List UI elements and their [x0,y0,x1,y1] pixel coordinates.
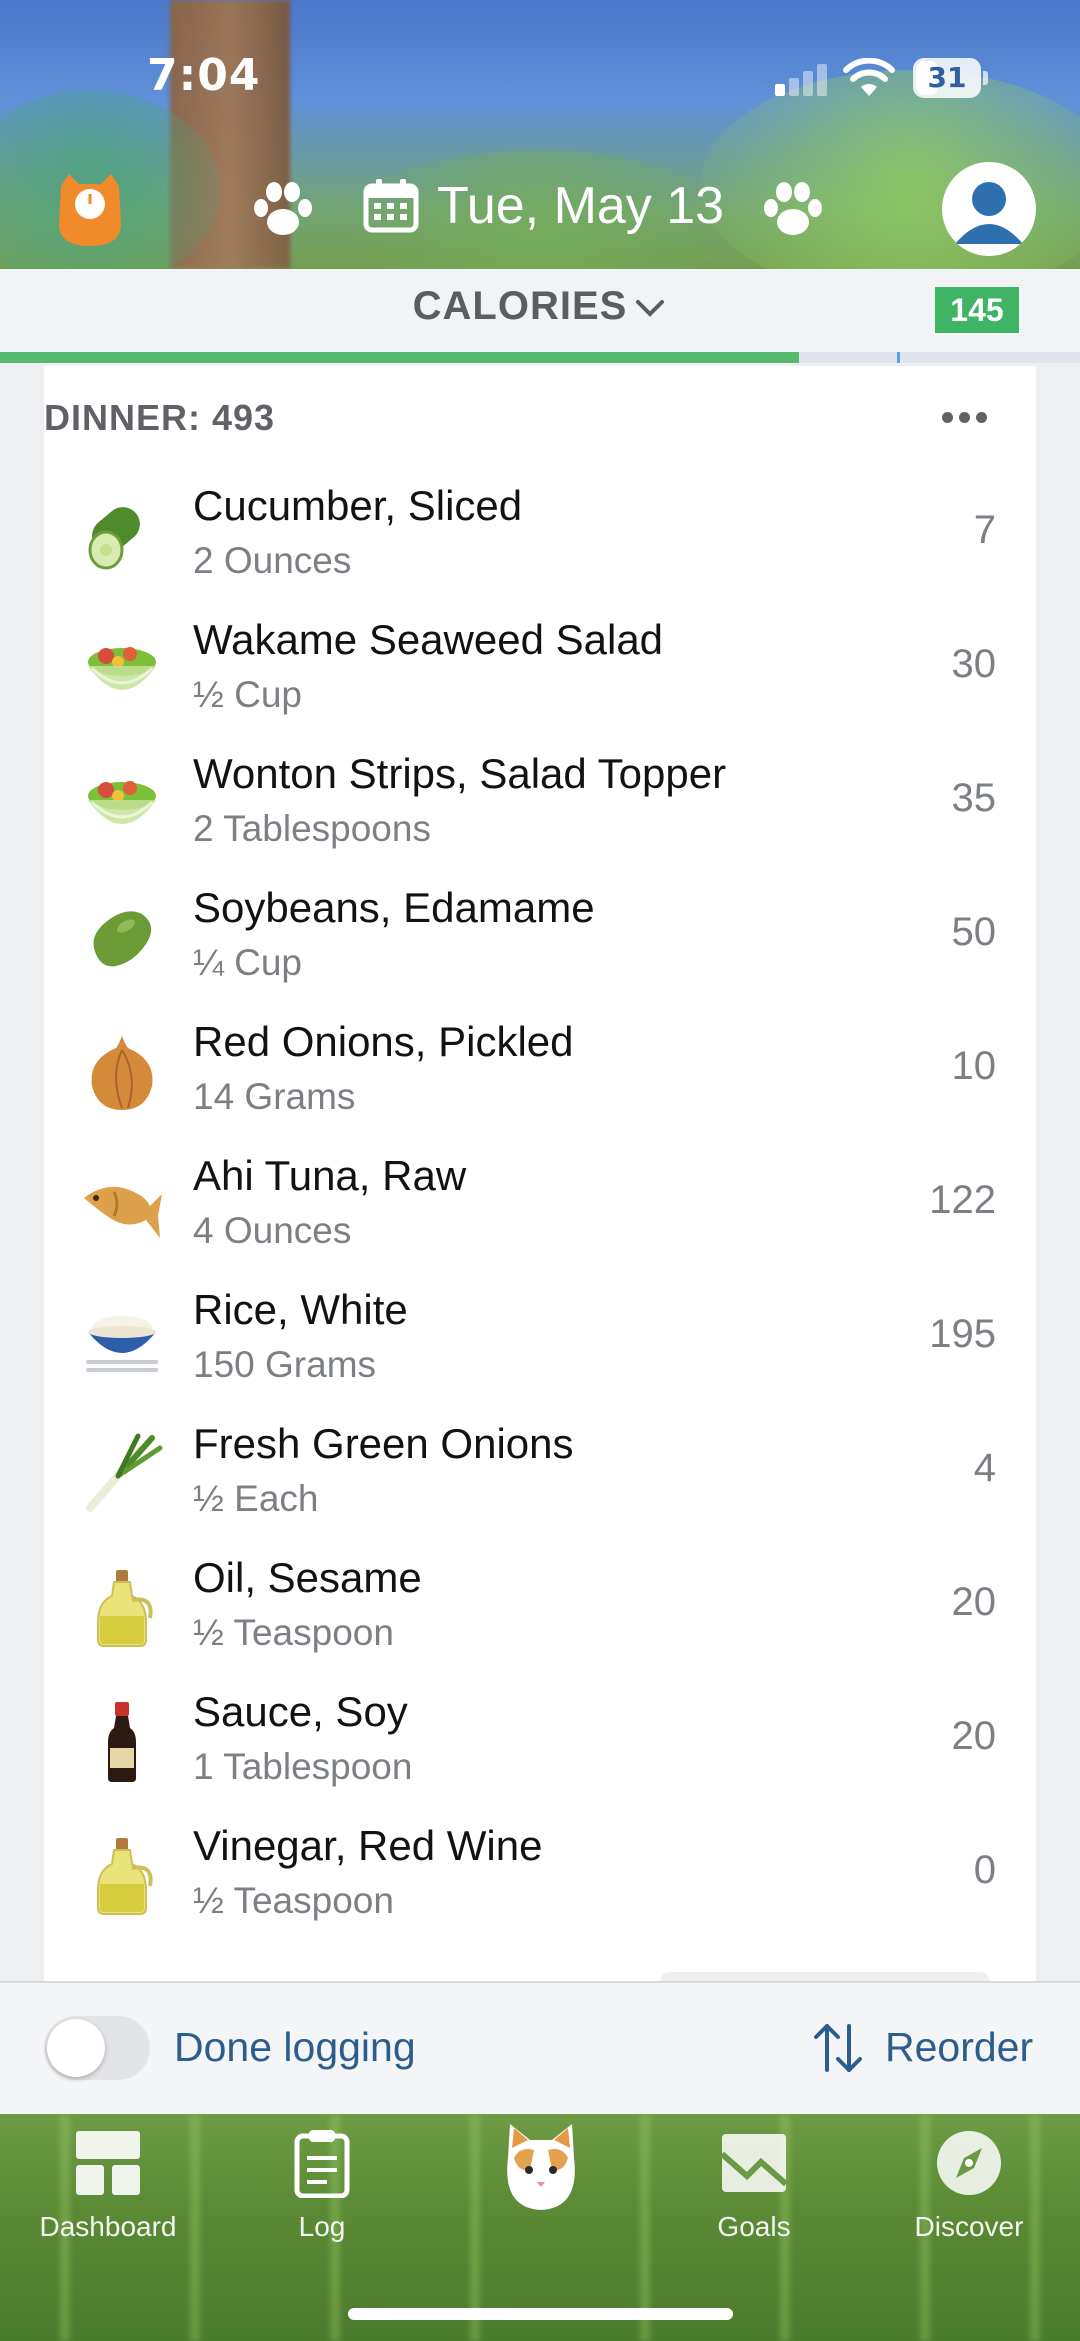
battery-level: 31 [927,61,967,94]
tab-label: Discover [914,2211,1024,2242]
food-calories: 4 [973,1446,996,1490]
food-quantity: 4 Ounces [193,1210,352,1251]
food-quantity: ½ Each [193,1478,319,1519]
soy-sauce-icon [80,1700,164,1784]
calories-progress-bar [0,352,1080,363]
food-row[interactable]: Soybeans, Edamame ¼ Cup 50 [44,870,1036,1004]
tab-discover[interactable]: Discover [884,2128,1054,2258]
food-quantity: 2 Ounces [193,540,352,581]
food-name: Wonton Strips, Salad Topper [193,750,727,797]
paw-previous-day-icon[interactable] [252,178,314,240]
cucumber-icon [80,494,164,578]
calories-remaining-badge: 145 [935,287,1019,333]
wifi-icon [843,58,895,96]
food-row[interactable]: Wonton Strips, Salad Topper 2 Tablespoons… [44,736,1036,870]
tab-log[interactable]: Log [237,2128,407,2258]
paw-next-day-icon[interactable] [762,178,824,240]
food-name: Wakame Seaweed Salad [193,616,664,663]
food-quantity: ¼ Cup [193,942,303,983]
food-calories: 35 [951,776,997,820]
food-row[interactable]: Cucumber, Sliced 2 Ounces 7 [44,468,1036,602]
food-quantity: 1 Tablespoon [193,1746,413,1787]
food-calories: 122 [929,1178,996,1222]
battery-icon: 31 [913,58,988,98]
food-row[interactable]: Wakame Seaweed Salad ½ Cup 30 [44,602,1036,736]
calories-goal-marker [897,352,900,363]
food-row[interactable]: Rice, White 150 Grams 195 [44,1272,1036,1406]
food-row[interactable]: Fresh Green Onions ½ Each 4 [44,1406,1036,1540]
food-name: Soybeans, Edamame [193,884,595,931]
salad-bowl-icon [80,628,164,712]
tab-dashboard[interactable]: Dashboard [23,2128,193,2258]
food-quantity: 2 Tablespoons [193,808,431,849]
compass-icon [937,2131,1001,2195]
home-indicator[interactable] [348,2308,733,2320]
clipboard-icon [294,2130,350,2198]
food-calories: 30 [951,642,997,686]
food-calories: 0 [973,1848,996,1892]
toggle-knob [47,2019,105,2077]
food-quantity: 14 Grams [193,1076,356,1117]
food-calories: 10 [951,1044,997,1088]
food-calories: 20 [951,1714,997,1758]
food-calories: 7 [973,508,996,552]
food-row[interactable]: Oil, Sesame ½ Teaspoon 20 [44,1540,1036,1674]
reorder-button[interactable]: Reorder [885,2024,1033,2071]
food-quantity: ½ Teaspoon [193,1612,394,1653]
salad-bowl-icon [80,762,164,846]
onion-icon [80,1030,164,1114]
food-name: Vinegar, Red Wine [193,1822,543,1869]
weight-scale-icon[interactable] [55,172,125,248]
oil-bottle-icon [80,1834,164,1918]
cellular-signal-icon [775,62,831,96]
tab-goals[interactable]: Goals [669,2128,839,2258]
tab-label: Dashboard [39,2211,177,2242]
calories-dropdown[interactable]: CALORIES [0,284,1080,329]
food-row[interactable]: Vinegar, Red Wine ½ Teaspoon 0 [44,1808,1036,1942]
more-options-icon[interactable] [940,410,990,426]
tab-label: Goals [717,2211,791,2242]
food-row[interactable]: Sauce, Soy 1 Tablespoon 20 [44,1674,1036,1808]
food-name: Ahi Tuna, Raw [193,1152,467,1199]
cat-face-icon[interactable] [500,2118,582,2218]
bean-icon [80,896,164,980]
calendar-icon[interactable] [363,178,419,234]
food-name: Fresh Green Onions [193,1420,574,1467]
tab-label: Log [298,2211,346,2242]
reorder-arrows-icon[interactable] [810,2020,866,2076]
food-name: Red Onions, Pickled [193,1018,574,1065]
food-quantity: ½ Teaspoon [193,1880,394,1921]
food-calories: 50 [951,910,997,954]
food-name: Oil, Sesame [193,1554,422,1601]
fish-icon [80,1164,164,1248]
status-time: 7:04 [147,50,261,101]
date-selector[interactable]: Tue, May 13 [437,176,724,236]
food-name: Cucumber, Sliced [193,482,523,529]
food-name: Rice, White [193,1286,408,1333]
profile-avatar-icon[interactable] [942,162,1036,256]
meal-title[interactable]: DINNER: 493 [44,397,275,439]
green-onion-icon [80,1432,164,1516]
oil-bottle-icon [80,1566,164,1650]
calories-label: CALORIES [412,284,628,328]
dashboard-icon [76,2131,140,2195]
done-logging-toggle[interactable] [44,2016,150,2080]
food-row[interactable]: Ahi Tuna, Raw 4 Ounces 122 [44,1138,1036,1272]
goals-chart-icon [720,2134,788,2192]
food-name: Sauce, Soy [193,1688,408,1735]
calories-progress-fill [0,352,800,363]
food-quantity: 150 Grams [193,1344,377,1385]
food-row[interactable]: Red Onions, Pickled 14 Grams 10 [44,1004,1036,1138]
chevron-down-icon [636,300,665,318]
done-logging-label[interactable]: Done logging [174,2024,416,2071]
food-calories: 20 [951,1580,997,1624]
food-quantity: ½ Cup [193,674,303,715]
food-calories: 195 [929,1312,996,1356]
rice-bowl-icon [80,1298,164,1382]
